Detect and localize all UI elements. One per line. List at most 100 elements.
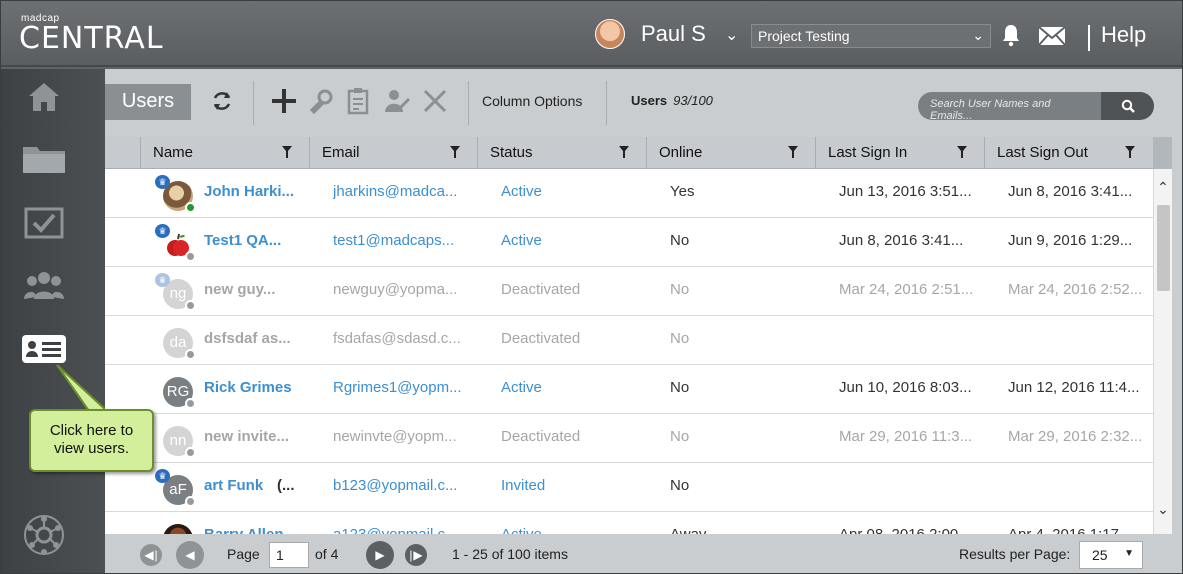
last-page-icon[interactable]: | ▶ [405,544,427,566]
toolbar: Users Column Options Users 93/100 Search … [105,69,1182,137]
user-name[interactable]: Paul S [641,21,706,47]
filter-icon[interactable] [1125,146,1135,158]
presence-indicator [185,496,196,507]
user-email[interactable]: test1@madcaps... [333,218,469,266]
user-last-sign-in: Apr 08, 2016 2:00... [839,512,979,534]
user-name-link[interactable]: Rick Grimes [204,365,304,413]
table-row[interactable]: da dsfsdaf as... fsdafas@sdasd.c... Deactiv… [105,316,1153,365]
clipboard-icon[interactable] [345,87,373,115]
tab-users[interactable]: Users [105,84,191,120]
filter-icon[interactable] [788,146,798,158]
scrollbar-thumb[interactable] [1157,205,1170,291]
toolbar-divider [468,81,469,125]
home-icon[interactable] [21,77,67,117]
first-page-icon[interactable]: ◀ | [140,544,162,566]
admin-crown-icon: ♛ [155,469,170,483]
results-per-page-select[interactable]: 25 ▼ [1079,541,1143,569]
column-header-label: Name [153,144,194,161]
user-edit-icon[interactable] [383,87,411,115]
user-last-sign-out [1008,463,1148,511]
project-select[interactable]: Project Testing ⌄ [751,24,991,48]
user-online: Away [670,512,810,534]
user-email[interactable]: a123@yopmail.c... [333,512,469,534]
presence-indicator [185,398,196,409]
user-email[interactable]: Rgrimes1@yopm... [333,365,469,413]
table-row[interactable]: Barry Allen a123@yopmail.c... Active Away Ap… [105,512,1153,534]
checkbox-icon[interactable] [21,203,67,243]
user-last-sign-in: Jun 8, 2016 3:41... [839,232,964,249]
chevron-down-icon: ⌄ [972,27,984,43]
user-last-sign-in: Jun 13, 2016 3:51... [839,183,972,200]
search-input[interactable]: Search User Names and Emails... [918,92,1102,122]
user-name-link[interactable]: new guy... [204,267,304,315]
user-online: No [670,330,690,347]
column-options-button[interactable]: Column Options [482,93,582,109]
folder-icon[interactable] [21,139,67,179]
filter-icon[interactable] [619,146,629,158]
table-header: Name Email Status Online Last Sign In La… [105,137,1153,169]
callout-line: Click here to [49,422,134,439]
header-bar: madcap CENTRAL Paul S ⌄ Project Testing … [1,1,1182,67]
user-avatar[interactable] [595,19,625,49]
toolbar-divider [606,81,607,125]
page-input[interactable]: 1 [269,542,309,568]
table-row[interactable]: nn new invite... newinvte@yopm... Deactivat… [105,414,1153,463]
admin-crown-icon: ♛ [155,273,170,287]
user-email[interactable]: jharkins@madca... [333,169,469,217]
network-icon[interactable] [21,515,67,555]
help-link[interactable]: Help [1101,22,1146,48]
column-header-label: Online [659,144,703,161]
table-row[interactable]: aF ♛ art Funk (... b123@yopmail.c... Invited N… [105,463,1153,512]
user-email[interactable]: fsdafas@sdasd.c... [333,316,469,364]
column-header-status[interactable]: Status [477,137,647,169]
user-last-sign-out: Mar 24, 2016 2:52... [1008,281,1143,298]
user-status: Invited [501,477,546,494]
callout-pointer [56,364,110,412]
column-header-email[interactable]: Email [309,137,478,169]
user-name-link[interactable]: John Harki... [204,169,304,217]
users-count: Users 93/100 [631,93,713,108]
chevron-down-icon[interactable]: ⌄ [725,25,738,45]
presence-indicator [185,251,196,262]
column-header-label: Status [490,144,533,161]
user-email[interactable]: b123@yopmail.c... [333,463,469,511]
user-last-sign-in: Mar 29, 2016 11:3... [839,428,973,445]
column-header-name[interactable]: Name [140,137,310,169]
table-row[interactable]: ♛ John Harki... jharkins@madca... Active Yes… [105,169,1153,218]
user-email[interactable]: newguy@yopma... [333,267,469,315]
table-row[interactable]: ng ♛ new guy... newguy@yopma... Deactivated N… [105,267,1153,316]
add-icon[interactable] [270,87,298,115]
column-header-last-sign-in[interactable]: Last Sign In [815,137,985,169]
user-name-link[interactable]: Test1 QA... [204,218,304,266]
table-row[interactable]: ♛ Test1 QA... test1@madcaps... Active No Jun … [105,218,1153,267]
next-page-icon[interactable]: ▶ [366,541,394,569]
refresh-icon[interactable] [208,87,236,115]
filter-icon[interactable] [282,146,292,158]
prev-page-icon[interactable]: ◀ [176,541,204,569]
pagination-bar: ◀ | ◀ Page 1 of 4 ▶ | ▶ 1 - 25 of 100 it… [105,534,1182,573]
vertical-scrollbar[interactable]: ⌃ ⌄ [1153,169,1172,534]
search-button[interactable] [1101,92,1154,120]
bell-icon[interactable] [1001,23,1021,47]
table-row[interactable]: RG Rick Grimes Rgrimes1@yopm... Active No Jun… [105,365,1153,414]
project-select-value: Project Testing [758,28,850,44]
settings-icon[interactable] [308,87,336,115]
user-last-sign-out: Jun 9, 2016 1:29... [1008,232,1133,249]
mail-icon[interactable] [1038,26,1066,46]
user-name-link[interactable]: new invite... [204,414,304,462]
user-last-sign-in [839,463,979,511]
presence-indicator [185,447,196,458]
user-online: No [670,281,690,298]
scroll-up-icon[interactable]: ⌃ [1156,179,1170,195]
filter-icon[interactable] [957,146,967,158]
groups-icon[interactable] [21,265,67,305]
user-email[interactable]: newinvte@yopm... [333,414,469,462]
user-name-link[interactable]: Barry Allen [204,512,304,534]
column-header-last-sign-out[interactable]: Last Sign Out [984,137,1153,169]
filter-icon[interactable] [450,146,460,158]
scroll-down-icon[interactable]: ⌄ [1156,501,1170,517]
delete-icon[interactable] [421,87,449,115]
user-name-link[interactable]: dsfsdaf as... [204,316,304,364]
items-range: 1 - 25 of 100 items [452,546,568,562]
column-header-online[interactable]: Online [646,137,816,169]
